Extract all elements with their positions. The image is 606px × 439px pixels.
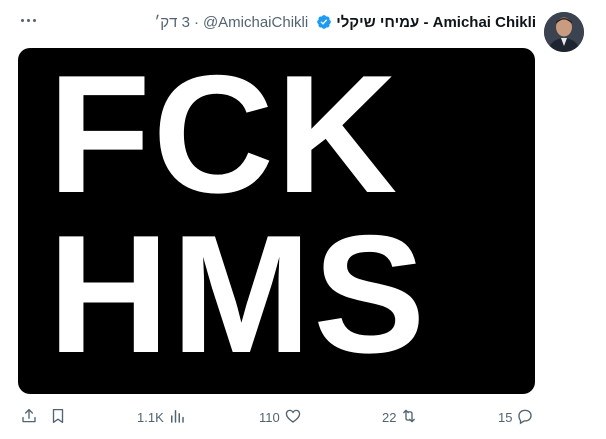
reply-button[interactable]: 15 — [498, 406, 534, 428]
views-count: 1.1K — [137, 409, 164, 425]
retweet-count: 22 — [382, 409, 397, 425]
reply-count: 15 — [498, 409, 513, 425]
action-bar: 15 22 110 1.1K — [0, 402, 606, 432]
retweet-icon — [400, 407, 418, 428]
avatar[interactable] — [544, 12, 584, 52]
handle[interactable]: @AmichaiChikli — [203, 14, 308, 31]
separator-dot: · — [193, 13, 199, 31]
more-icon[interactable] — [15, 10, 41, 30]
tweet-header: עמיחי שיקלי - Amichai Chikli @AmichaiChi… — [154, 11, 536, 33]
like-icon — [284, 407, 302, 428]
tweet-image[interactable]: FCK HMS — [18, 48, 535, 394]
image-text-line-2: HMS — [48, 200, 428, 388]
views-button[interactable]: 1.1K — [137, 406, 186, 428]
views-icon — [168, 407, 186, 428]
timestamp[interactable]: 3 דק׳ — [154, 14, 189, 31]
like-button[interactable]: 110 — [259, 406, 302, 428]
tweet[interactable]: עמיחי שיקלי - Amichai Chikli @AmichaiChi… — [0, 0, 606, 439]
like-count: 110 — [259, 409, 280, 425]
display-name[interactable]: עמיחי שיקלי - Amichai Chikli — [336, 14, 536, 31]
share-button[interactable] — [20, 406, 38, 428]
image-text: FCK HMS — [48, 48, 518, 388]
share-icon — [20, 407, 38, 428]
reply-icon — [516, 407, 534, 428]
verified-icon — [316, 14, 332, 30]
bookmark-button[interactable] — [49, 406, 67, 428]
retweet-button[interactable]: 22 — [382, 406, 418, 428]
image-text-line-1: FCK — [48, 48, 400, 228]
bookmark-icon — [49, 407, 67, 428]
